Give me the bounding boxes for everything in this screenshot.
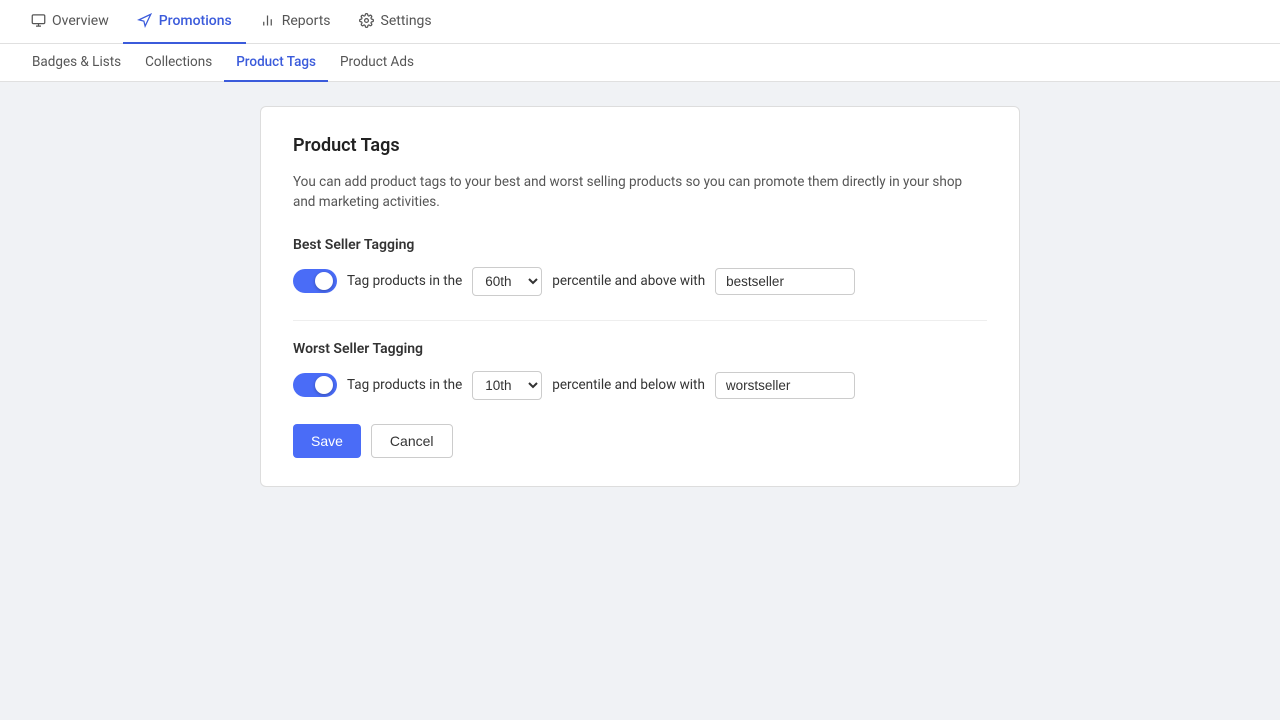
save-button[interactable]: Save xyxy=(293,424,361,458)
subnav-product-ads[interactable]: Product Ads xyxy=(328,44,426,82)
best-seller-toggle[interactable] xyxy=(293,269,337,293)
best-seller-toggle-track xyxy=(293,269,337,293)
worst-seller-tag-label: Tag products in the xyxy=(347,377,462,393)
chart-icon xyxy=(260,13,276,29)
best-seller-row: Tag products in the 60th 10th 20th 30th … xyxy=(293,267,987,296)
best-seller-toggle-thumb xyxy=(315,272,333,290)
worst-seller-title: Worst Seller Tagging xyxy=(293,341,987,357)
subnav-badges-lists[interactable]: Badges & Lists xyxy=(20,44,133,82)
best-seller-section: Best Seller Tagging Tag products in the … xyxy=(293,237,987,296)
sub-navigation: Badges & Lists Collections Product Tags … xyxy=(0,44,1280,82)
nav-reports-label: Reports xyxy=(282,13,331,29)
nav-promotions-label: Promotions xyxy=(159,13,232,29)
button-row: Save Cancel xyxy=(293,424,987,458)
best-seller-tag-input[interactable] xyxy=(715,268,855,295)
best-seller-percentile-select[interactable]: 60th 10th 20th 30th 40th 50th 70th 80th … xyxy=(472,267,542,296)
worst-seller-section: Worst Seller Tagging Tag products in the… xyxy=(293,341,987,400)
nav-settings-label: Settings xyxy=(381,13,432,29)
main-content: Product Tags You can add product tags to… xyxy=(0,82,1280,511)
subnav-product-tags[interactable]: Product Tags xyxy=(224,44,328,82)
nav-reports[interactable]: Reports xyxy=(246,0,345,44)
nav-promotions[interactable]: Promotions xyxy=(123,0,246,44)
worst-seller-tag-input[interactable] xyxy=(715,372,855,399)
best-seller-title: Best Seller Tagging xyxy=(293,237,987,253)
gear-icon xyxy=(359,13,375,29)
subnav-collections[interactable]: Collections xyxy=(133,44,224,82)
cancel-button[interactable]: Cancel xyxy=(371,424,453,458)
nav-settings[interactable]: Settings xyxy=(345,0,446,44)
worst-seller-toggle-track xyxy=(293,373,337,397)
nav-overview[interactable]: Overview xyxy=(16,0,123,44)
card-title: Product Tags xyxy=(293,135,987,156)
nav-overview-label: Overview xyxy=(52,13,109,29)
monitor-icon xyxy=(30,13,46,29)
best-seller-percentile-text: percentile and above with xyxy=(552,273,705,289)
megaphone-icon xyxy=(137,13,153,29)
worst-seller-percentile-select[interactable]: 10th 20th 30th 40th 50th 60th 70th 80th … xyxy=(472,371,542,400)
worst-seller-toggle[interactable] xyxy=(293,373,337,397)
worst-seller-row: Tag products in the 10th 20th 30th 40th … xyxy=(293,371,987,400)
top-navigation: Overview Promotions Reports Settings xyxy=(0,0,1280,44)
worst-seller-percentile-text: percentile and below with xyxy=(552,377,705,393)
best-seller-tag-label: Tag products in the xyxy=(347,273,462,289)
worst-seller-toggle-thumb xyxy=(315,376,333,394)
product-tags-card: Product Tags You can add product tags to… xyxy=(260,106,1020,487)
card-description: You can add product tags to your best an… xyxy=(293,172,987,213)
section-divider xyxy=(293,320,987,321)
